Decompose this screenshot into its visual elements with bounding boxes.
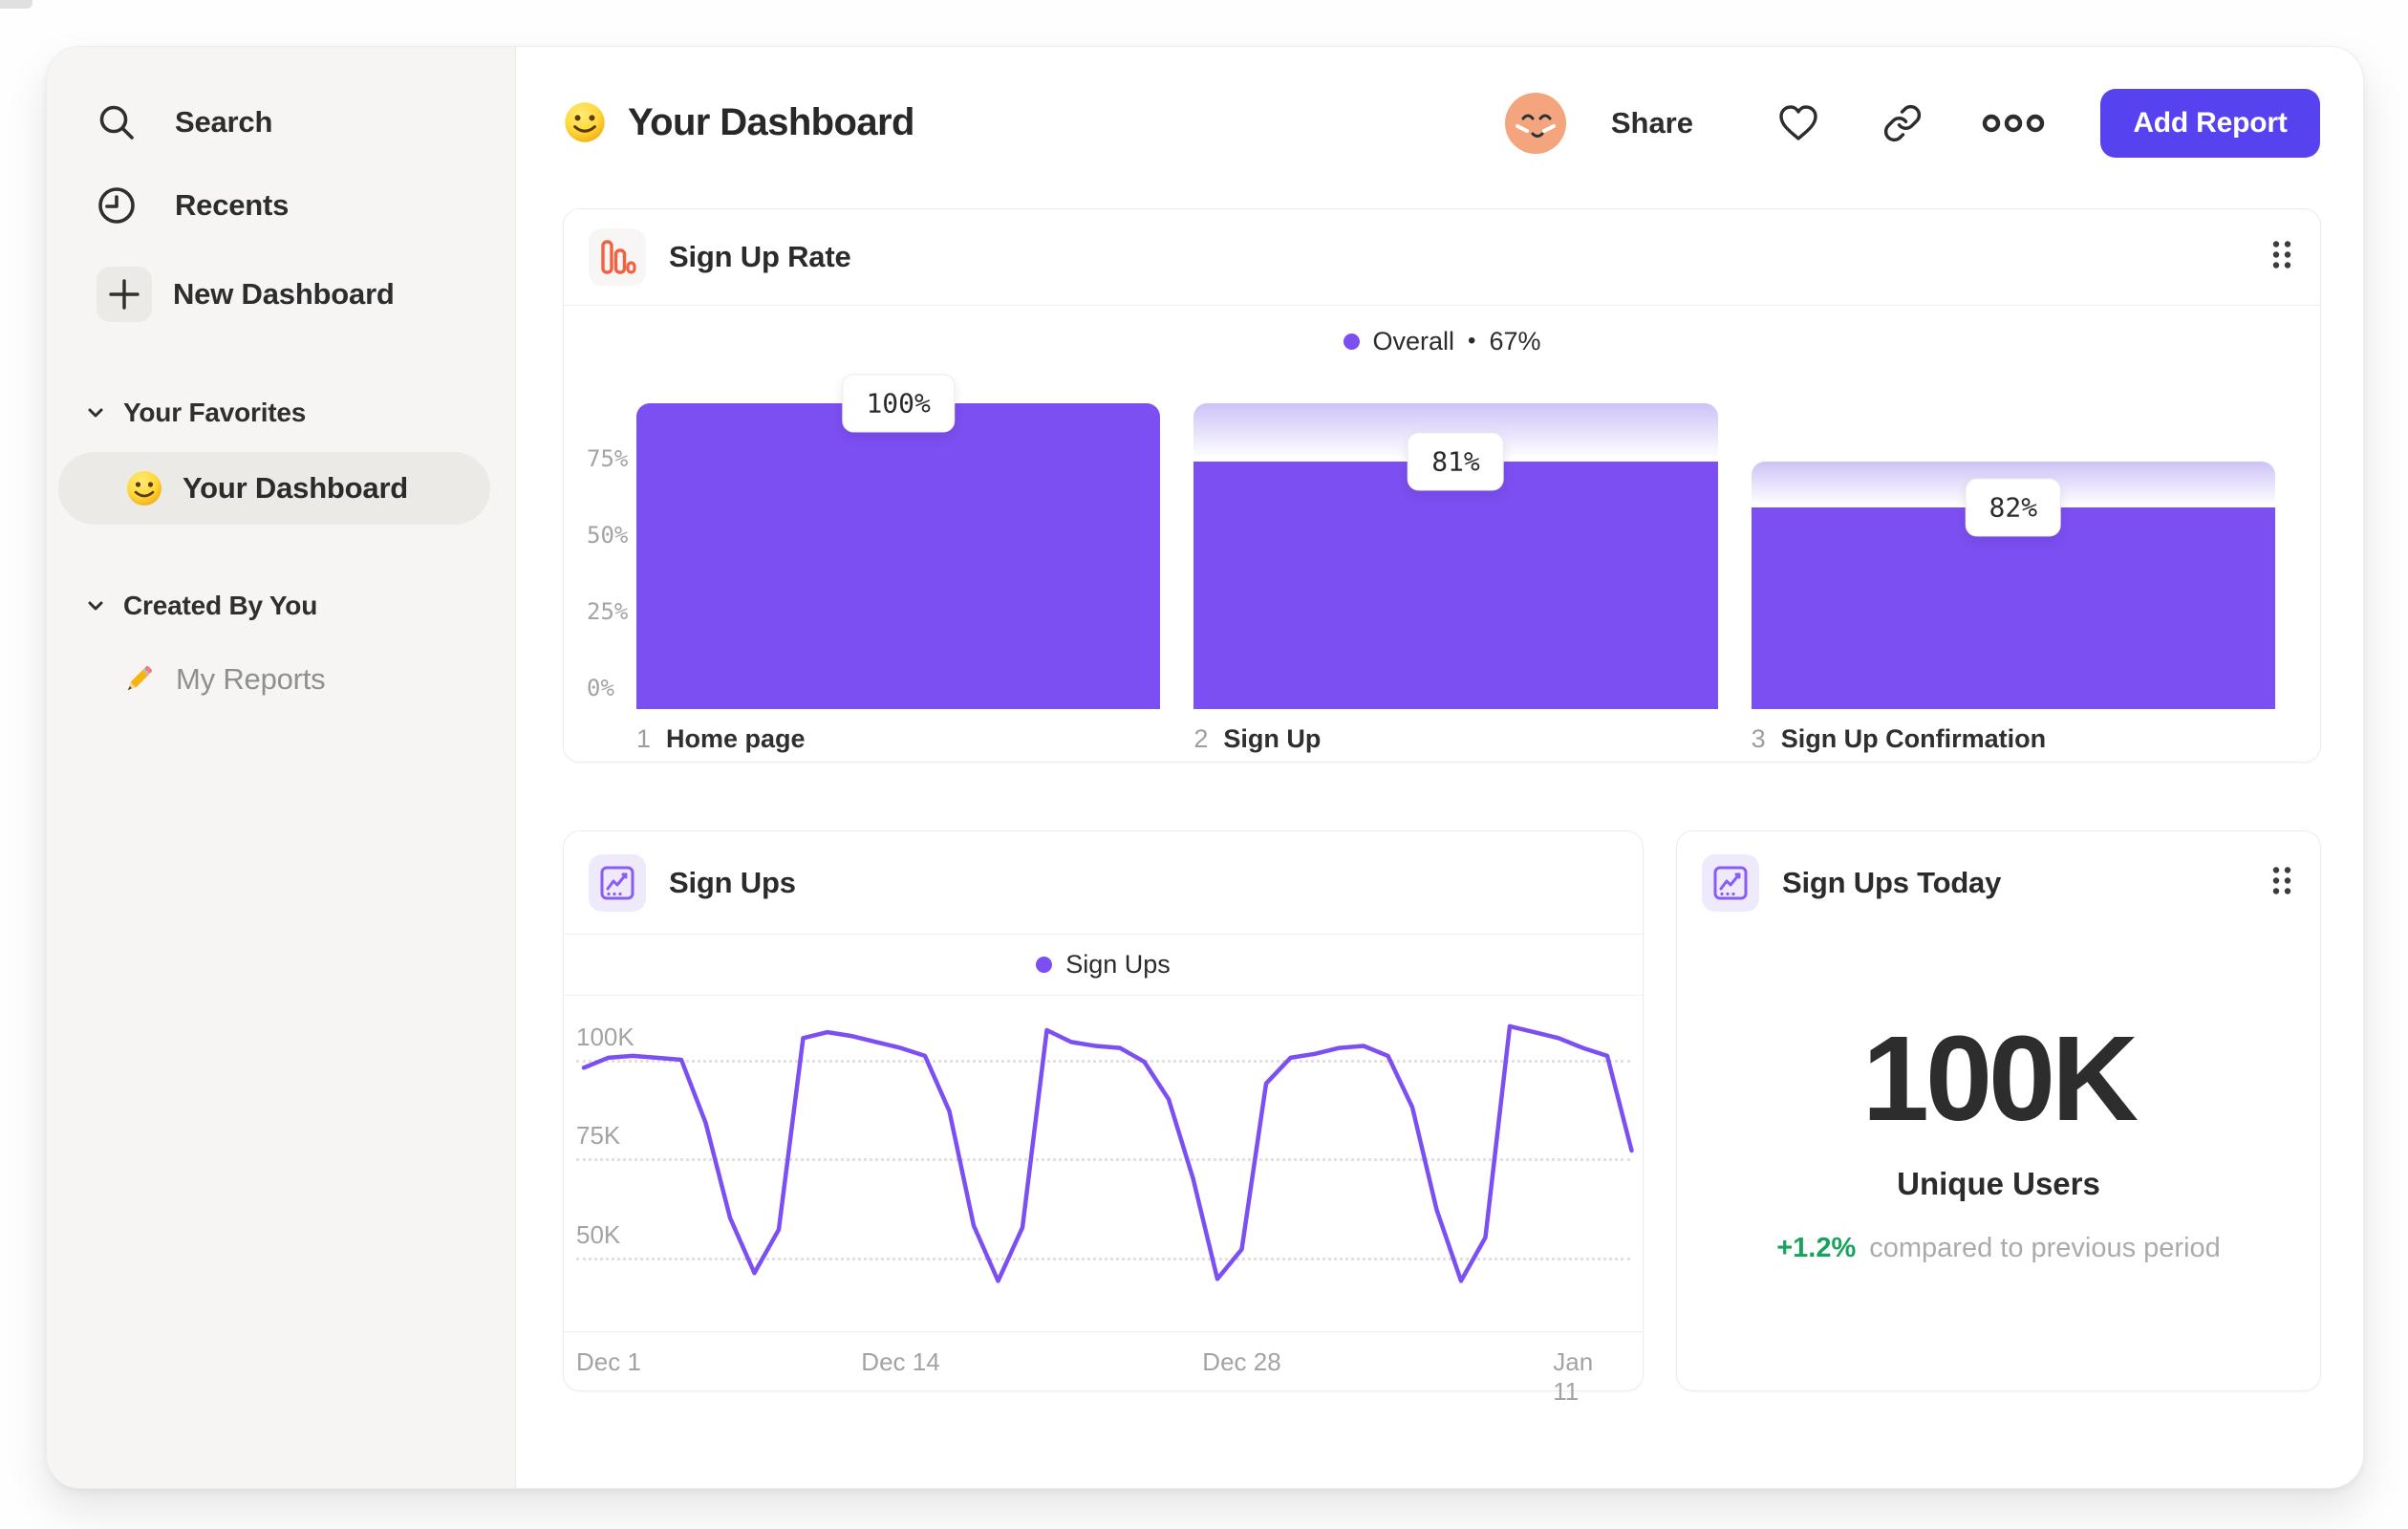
card-header: Sign Ups Today <box>1677 831 2320 934</box>
step-name: Sign Up <box>1223 724 1322 753</box>
funnel-y-tick: 25% <box>587 598 629 625</box>
conversion-badge: 81% <box>1408 432 1504 491</box>
share-button[interactable]: Share <box>1611 106 1693 140</box>
stat-sublabel: Unique Users <box>1897 1166 2100 1201</box>
funnel-step-label: 1 Home page <box>636 724 806 754</box>
legend-value: 67% <box>1489 326 1541 355</box>
stat-delta: +1.2% <box>1776 1233 1857 1263</box>
sign-ups-card: Sign Ups Sign Ups 100K 75K 50K Dec 1 Dec 14 D… <box>563 830 1644 1406</box>
sign-ups-today-card: Sign Ups Today 100K Unique Users +1.2% c… <box>1676 830 2321 1391</box>
page-title: Your Dashboard <box>628 100 914 143</box>
conversion-badge: 82% <box>1965 478 2062 537</box>
stat-delta-note: compared to previous period <box>1869 1233 2221 1263</box>
sidebar-item-label: New Dashboard <box>173 277 395 311</box>
main-content: Your Dashboard Share Add Report Sign Up … <box>516 47 2363 1488</box>
clock-icon <box>97 185 137 226</box>
sidebar-section-your-favorites[interactable]: Your Favorites <box>85 397 306 429</box>
sidebar-item-my-reports[interactable]: My Reports <box>120 645 326 714</box>
x-axis-line <box>564 1331 1643 1332</box>
funnel-bar[interactable]: 81% 2 Sign Up <box>1193 403 1718 753</box>
card-header: Sign Up Rate <box>564 209 2320 306</box>
step-number: 2 <box>1193 724 1209 753</box>
stat-delta-row: +1.2% compared to previous period <box>1677 1233 2320 1264</box>
funnel-bar-fill <box>1193 461 1718 709</box>
funnel-step-label: 3 Sign Up Confirmation <box>1752 724 2047 754</box>
funnel-y-tick: 50% <box>587 522 629 549</box>
funnel-bar-fill <box>1751 506 2275 709</box>
sign-up-rate-card: Sign Up Rate Overall • 67% 75% 50% 25% 0% 1… <box>563 208 2321 763</box>
funnel-bar-fill <box>636 403 1161 709</box>
funnel-bars: 100% 1 Home page 81% 2 Sign Up 82% 3 Sign Up Con… <box>636 374 2275 753</box>
sidebar-section-label: Your Favorites <box>123 398 307 427</box>
funnel-chart-icon <box>589 228 646 286</box>
legend-separator: • <box>1468 328 1476 354</box>
pencil-emoji-icon <box>120 661 157 698</box>
sidebar: Search Recents New Dashboard Your Favori… <box>47 47 516 1488</box>
app-window: Search Recents New Dashboard Your Favori… <box>46 46 2364 1489</box>
funnel-bar[interactable]: 82% 3 Sign Up Confirmation <box>1751 403 2275 753</box>
card-title: Sign Ups Today <box>1782 865 2002 899</box>
sidebar-item-label: Search <box>175 105 273 139</box>
sign-ups-line-series <box>581 1023 1634 1283</box>
sidebar-item-search[interactable]: Search <box>97 88 272 157</box>
sidebar-item-label: Your Dashboard <box>183 471 409 505</box>
sidebar-item-label: My Reports <box>176 662 326 696</box>
chevron-down-icon <box>85 595 106 616</box>
legend-dot <box>1343 333 1360 350</box>
legend-series-name: Overall <box>1372 326 1455 355</box>
search-icon <box>97 102 137 142</box>
funnel-y-tick: 0% <box>587 675 614 701</box>
stat-value: 100K <box>1861 1011 2139 1146</box>
drag-handle-icon[interactable] <box>2270 239 2293 276</box>
conversion-badge: 100% <box>842 374 955 433</box>
more-options-icon[interactable] <box>1980 112 2047 135</box>
line-chart-icon <box>1702 853 1759 912</box>
card-title: Sign Up Rate <box>669 240 851 273</box>
step-name: Sign Up Confirmation <box>1780 724 2047 753</box>
funnel-legend: Overall • 67% <box>564 305 2320 377</box>
funnel-step-label: 2 Sign Up <box>1193 724 1321 754</box>
sidebar-item-recents[interactable]: Recents <box>97 171 289 240</box>
drag-handle-icon[interactable] <box>2270 864 2293 901</box>
smiley-emoji-icon <box>563 100 607 144</box>
dashboard-title-group: Your Dashboard <box>563 91 914 154</box>
favorite-heart-icon[interactable] <box>1777 104 1819 142</box>
top-left-artifact <box>0 0 32 9</box>
funnel-bar[interactable]: 100% 1 Home page <box>636 374 1161 753</box>
sidebar-section-label: Created By You <box>123 591 318 620</box>
step-number: 3 <box>1751 724 1766 753</box>
sidebar-item-your-dashboard[interactable]: Your Dashboard <box>58 452 490 525</box>
funnel-y-tick: 75% <box>587 445 629 472</box>
avatar[interactable] <box>1504 92 1567 155</box>
step-number: 1 <box>636 724 652 753</box>
chevron-down-icon <box>85 402 106 423</box>
plus-icon <box>97 267 152 322</box>
sidebar-section-created-by-you[interactable]: Created By You <box>85 590 317 622</box>
sidebar-item-label: Recents <box>175 188 290 222</box>
smiley-emoji-icon <box>125 469 163 507</box>
copy-link-icon[interactable] <box>1882 103 1923 143</box>
header-actions: Share Add Report <box>1504 89 2320 158</box>
step-name: Home page <box>666 724 806 753</box>
sidebar-item-new-dashboard[interactable]: New Dashboard <box>97 260 395 329</box>
screen: Search Recents New Dashboard Your Favori… <box>0 0 2408 1529</box>
add-report-button[interactable]: Add Report <box>2100 89 2320 158</box>
